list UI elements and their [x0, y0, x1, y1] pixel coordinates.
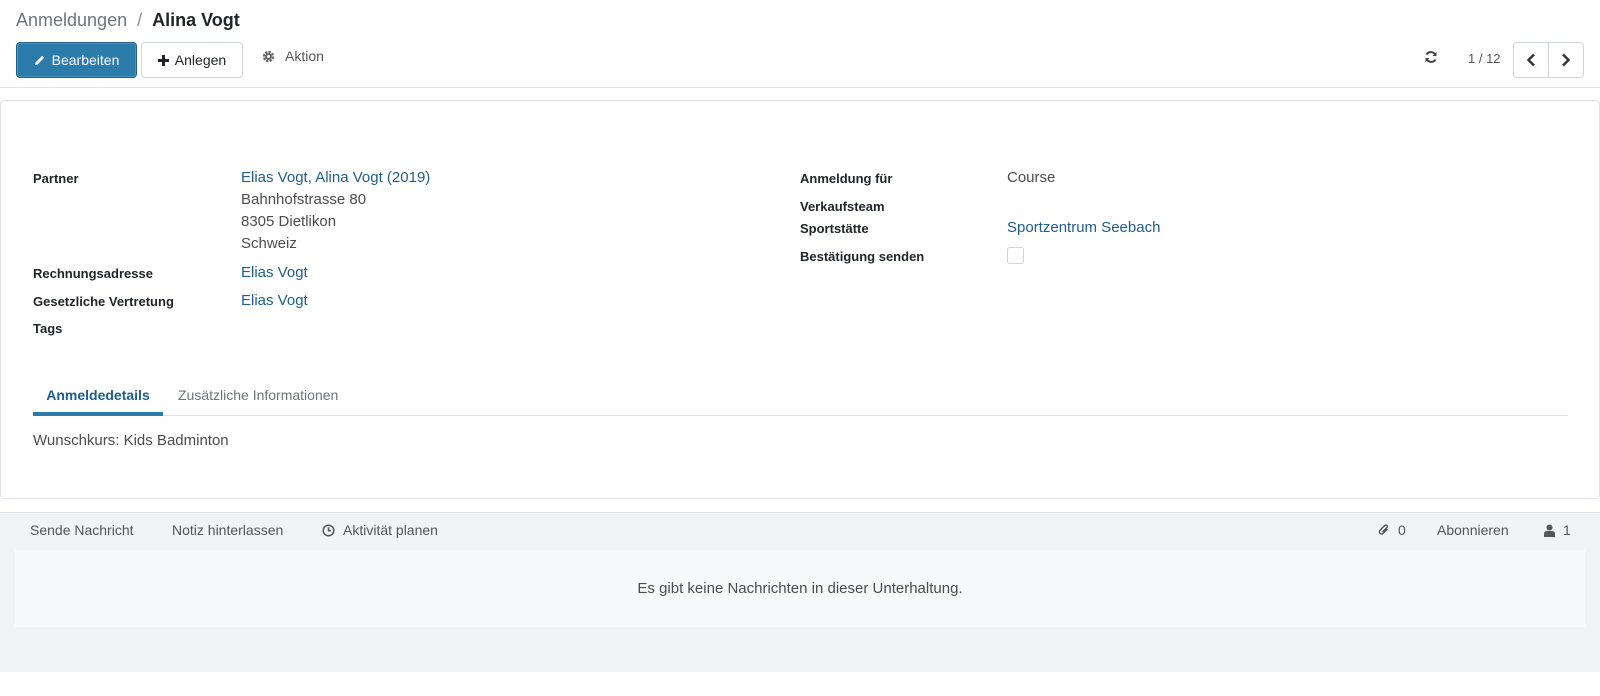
followers-button[interactable]: 1	[1544, 522, 1571, 538]
legal-rep-link[interactable]: Elias Vogt	[241, 292, 308, 309]
follow-button[interactable]: Abonnieren	[1437, 522, 1509, 538]
venue-label: Sportstätte	[800, 221, 869, 236]
partner-country: Schweiz	[241, 235, 297, 252]
empty-thread-message: Es gibt keine Nachrichten in dieser Unte…	[15, 550, 1585, 627]
follow-label: Abonnieren	[1437, 522, 1509, 538]
create-button-label: Anlegen	[174, 52, 227, 68]
tab-registration-details[interactable]: Anmeldedetails	[33, 374, 163, 416]
breadcrumb-current: Alina Vogt	[152, 10, 240, 30]
breadcrumb: Anmeldungen / Alina Vogt	[16, 10, 240, 31]
attachments-count: 0	[1398, 522, 1406, 538]
chatter: Sende Nachricht Notiz hinterlassen Aktiv…	[0, 512, 1600, 672]
plus-icon	[157, 54, 169, 66]
attachments-button[interactable]: 0	[1378, 522, 1406, 538]
paperclip-icon	[1378, 523, 1390, 537]
edit-button[interactable]: Bearbeiten	[16, 42, 137, 78]
control-panel: Anmeldungen / Alina Vogt Bearbeiten Anle…	[0, 0, 1600, 88]
page-bottom-area	[0, 672, 1600, 696]
breadcrumb-separator: /	[137, 10, 143, 30]
form-sheet	[0, 100, 1600, 499]
partner-city: 8305 Dietlikon	[241, 213, 337, 230]
gear-icon	[262, 50, 275, 63]
schedule-activity-button[interactable]: Aktivität planen	[322, 522, 438, 538]
registration-for-value[interactable]: Course	[1007, 169, 1055, 186]
breadcrumb-parent-link[interactable]: Anmeldungen	[16, 10, 127, 31]
registration-for-label: Anmeldung für	[800, 171, 893, 186]
tags-label: Tags	[33, 321, 63, 336]
empty-thread-text: Es gibt keine Nachrichten in dieser Unte…	[637, 580, 963, 597]
pager-previous-button[interactable]	[1513, 42, 1549, 78]
send-confirmation-checkbox[interactable]	[1007, 247, 1024, 264]
partner-street: Bahnhofstrasse 80	[241, 191, 367, 208]
action-dropdown-label: Aktion	[285, 48, 324, 64]
send-confirmation-label: Bestätigung senden	[800, 249, 925, 264]
pager-next-button[interactable]	[1548, 42, 1584, 78]
refresh-icon[interactable]	[1424, 50, 1438, 64]
partner-label: Partner	[33, 171, 79, 186]
partner-field: Elias Vogt, Alina Vogt (2019) Bahnhofstr…	[241, 167, 430, 255]
pencil-icon	[34, 54, 46, 66]
partner-link[interactable]: Elias Vogt, Alina Vogt (2019)	[241, 167, 430, 189]
legal-rep-label: Gesetzliche Vertretung	[33, 294, 174, 309]
log-note-label: Notiz hinterlassen	[172, 522, 284, 538]
invoice-address-label: Rechnungsadresse	[33, 266, 153, 281]
schedule-activity-label: Aktivität planen	[343, 522, 438, 538]
log-note-button[interactable]: Notiz hinterlassen	[172, 522, 283, 538]
pager-value[interactable]: 1 / 12	[1468, 51, 1501, 66]
chevron-right-icon	[1561, 53, 1571, 67]
create-button[interactable]: Anlegen	[141, 42, 243, 78]
followers-count: 1	[1563, 522, 1571, 538]
notebook-tabs: Anmeldedetails Zusätzliche Informationen	[33, 374, 1568, 416]
clock-icon	[322, 523, 335, 537]
tab-additional-info[interactable]: Zusätzliche Informationen	[178, 374, 338, 416]
tab-content-text: Wunschkurs: Kids Badminton	[33, 432, 229, 449]
user-icon	[1544, 524, 1555, 537]
edit-button-label: Bearbeiten	[51, 52, 120, 68]
send-message-button[interactable]: Sende Nachricht	[30, 522, 134, 538]
action-dropdown[interactable]: Aktion	[262, 48, 324, 64]
chevron-left-icon	[1526, 53, 1536, 67]
sales-team-label: Verkaufsteam	[800, 199, 885, 214]
invoice-address-link[interactable]: Elias Vogt	[241, 264, 308, 281]
venue-link[interactable]: Sportzentrum Seebach	[1007, 219, 1160, 236]
send-message-label: Sende Nachricht	[30, 522, 134, 538]
